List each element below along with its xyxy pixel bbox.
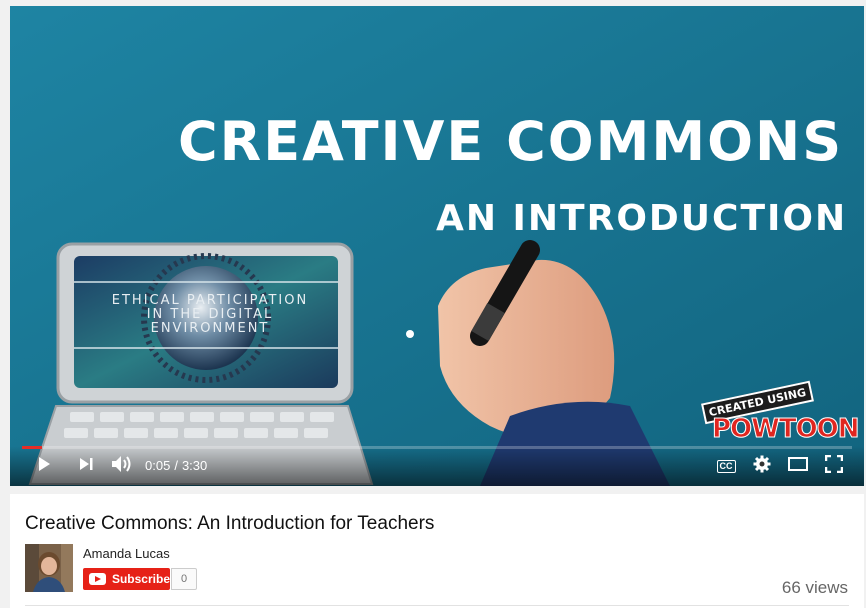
volume-button[interactable] (108, 454, 136, 478)
progress-played (22, 446, 42, 449)
subscriber-count: 0 (171, 568, 197, 590)
time-display: 0:05/3:30 (145, 458, 207, 473)
current-time: 0:05 (145, 458, 171, 473)
channel-avatar[interactable] (25, 544, 73, 592)
next-icon (78, 456, 94, 477)
next-button[interactable] (72, 454, 100, 478)
time-separator: / (174, 458, 178, 473)
video-info-panel: Creative Commons: An Introduction for Te… (10, 494, 864, 608)
channel-name[interactable]: Amanda Lucas (83, 546, 170, 561)
subscribe-button[interactable]: Subscribe (83, 568, 170, 590)
subscribe-label: Subscribe (111, 572, 170, 586)
video-player[interactable]: CREATIVE COMMONS - AN INTRODUCTION ETHIC… (10, 6, 864, 486)
captions-icon: CC (716, 459, 736, 473)
screen-caption-line2: IN THE DIGITAL (146, 307, 274, 322)
settings-button[interactable] (748, 454, 776, 478)
fullscreen-button[interactable] (820, 454, 848, 478)
divider (25, 605, 849, 606)
settings-icon (753, 455, 771, 478)
progress-bar[interactable] (22, 446, 852, 449)
theater-mode-button[interactable] (784, 454, 812, 478)
play-button[interactable] (30, 454, 58, 478)
video-title: Creative Commons: An Introduction for Te… (25, 513, 435, 534)
screen-caption-line3: ENVIRONMENT (150, 321, 270, 336)
youtube-icon (89, 573, 106, 585)
volume-icon (111, 455, 133, 478)
powtoon-logo: POWTOON (712, 414, 861, 445)
fullscreen-icon (824, 454, 844, 478)
view-count: 66 views (781, 578, 848, 597)
captions-button[interactable]: CC (712, 454, 740, 478)
player-controls: 0:05/3:30 CC (10, 446, 864, 486)
theater-icon (788, 456, 808, 476)
video-frame-title-line2: AN INTRODUCTION (436, 198, 848, 239)
duration: 3:30 (181, 458, 208, 473)
powtoon-badge: CREATED USING POWTOON (690, 380, 860, 448)
video-frame-title-line1: CREATIVE COMMONS - (178, 110, 864, 173)
play-icon (36, 456, 52, 477)
screen-caption-line1: ETHICAL PARTICIPATION (111, 293, 309, 308)
